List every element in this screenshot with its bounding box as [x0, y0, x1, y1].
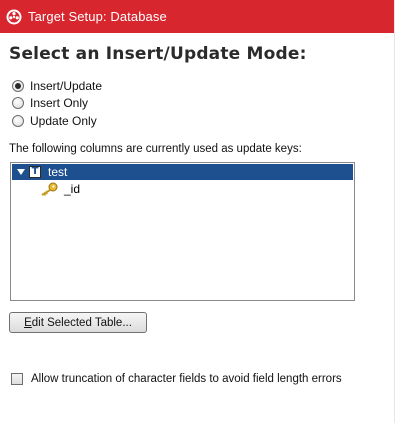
button-mnemonic: E	[24, 316, 32, 329]
table-name[interactable]: test	[45, 165, 70, 179]
window-title: Target Setup: Database	[28, 9, 167, 24]
dialog-content: Select an Insert/Update Mode: Insert/Upd…	[0, 33, 394, 423]
button-label: dit Selected Table...	[31, 316, 132, 329]
checkbox-label: Allow truncation of character fields to …	[31, 373, 342, 385]
expand-arrow-icon[interactable]	[16, 167, 26, 177]
tree-row-column[interactable]: _id	[12, 181, 353, 197]
radio-label: Insert Only	[30, 96, 89, 110]
app-logo-icon	[6, 9, 22, 24]
radio-button-checked[interactable]	[12, 80, 24, 92]
radio-label: Update Only	[30, 114, 97, 128]
table-icon: T	[29, 166, 41, 178]
radio-insert-only[interactable]: Insert Only	[12, 95, 88, 111]
radio-insert-update[interactable]: Insert/Update	[12, 78, 102, 94]
title-bar: Target Setup: Database	[0, 0, 394, 33]
update-keys-tree[interactable]: T test _id	[10, 162, 355, 301]
truncation-checkbox-row[interactable]: Allow truncation of character fields to …	[11, 373, 342, 385]
update-keys-label: The following columns are currently used…	[9, 143, 302, 155]
tree-row-table[interactable]: T test	[12, 164, 353, 180]
column-name[interactable]: _id	[64, 182, 80, 196]
radio-label: Insert/Update	[30, 79, 103, 93]
edit-selected-table-button[interactable]: Edit Selected Table...	[9, 312, 147, 333]
radio-button[interactable]	[12, 97, 24, 109]
truncation-checkbox[interactable]	[11, 373, 23, 385]
key-icon	[41, 182, 58, 196]
radio-button[interactable]	[12, 115, 24, 127]
page-title: Select an Insert/Update Mode:	[9, 44, 307, 64]
dialog-window: Target Setup: Database Select an Insert/…	[0, 0, 395, 423]
radio-update-only[interactable]: Update Only	[12, 113, 97, 129]
